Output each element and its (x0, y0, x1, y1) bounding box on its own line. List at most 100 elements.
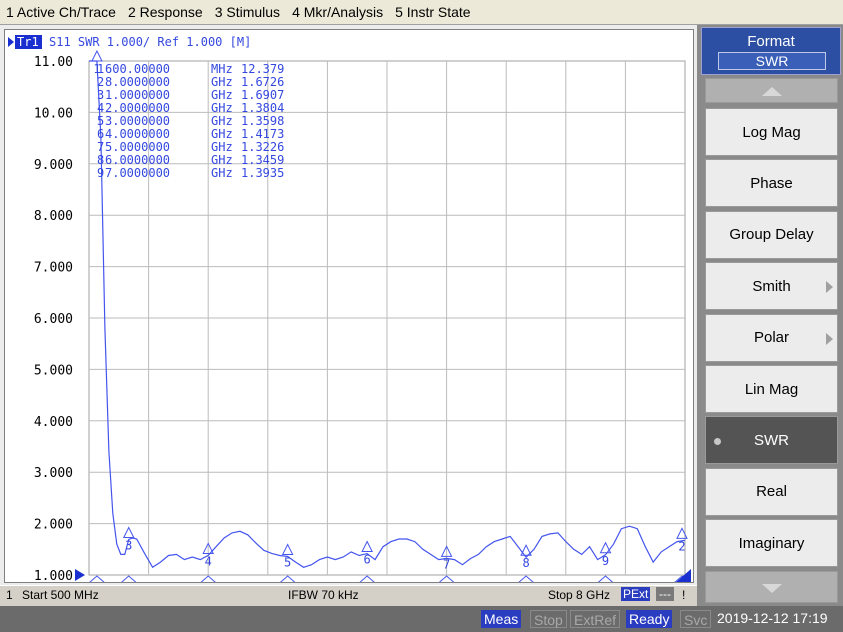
marker-table-unit: MHz (211, 62, 233, 76)
y-tick-label: 5.000 (34, 363, 73, 378)
softkey-label: Smith (752, 277, 791, 295)
marker-table-value: 1.3226 (241, 140, 284, 154)
softkey-smith[interactable]: Smith (705, 262, 838, 311)
marker-table-value: 1.3804 (241, 101, 284, 115)
marker-table-unit: GHz (211, 101, 233, 115)
softkey-log-mag[interactable]: Log Mag (705, 108, 838, 156)
marker-label: 4 (205, 554, 212, 568)
softkey-phase[interactable]: Phase (705, 159, 838, 208)
marker-table-value: 1.3459 (241, 153, 284, 167)
chevron-right-icon (826, 332, 833, 345)
marker-table-unit: GHz (211, 127, 233, 141)
ready-indicator: Ready (626, 610, 673, 628)
chart-area: 11.00 10.00 9.000 8.000 7.000 6.000 5.000 4.000… (0, 25, 697, 585)
softkey-real[interactable]: Real (705, 467, 838, 516)
format-title: Format (747, 33, 795, 50)
y-tick-label: 3.000 (34, 466, 73, 481)
start-frequency[interactable]: Start 500 MHz (22, 588, 99, 602)
marker-stimulus-icon (280, 575, 296, 582)
date-time: 2019-12-12 17:19 (717, 610, 828, 626)
port-extension-indicator[interactable]: PExt (621, 587, 651, 601)
marker-label: 7 (443, 557, 450, 571)
marker-stimulus-icon (359, 575, 375, 582)
y-tick-label: 10.00 (34, 106, 73, 121)
trace-header: Tr1 S11 SWR 1.000/ Ref 1.000 [M] (8, 35, 251, 49)
marker-table-freq: 600.00000 (105, 62, 170, 76)
marker-stimulus-icon (597, 575, 614, 582)
menu-instr-state[interactable]: 5 Instr State (389, 4, 476, 20)
marker-stimulus-icon (200, 575, 216, 582)
marker-table-value: 1.6726 (241, 75, 284, 89)
marker-label: 6 (364, 553, 371, 567)
ifbw-value[interactable]: IFBW 70 kHz (288, 588, 359, 602)
y-tick-labels: 11.00 10.00 9.000 8.000 7.000 6.000 5.000 4.000… (34, 55, 85, 582)
selected-dot-icon (714, 438, 721, 446)
softkey-label: Group Delay (729, 226, 814, 244)
marker-table-unit: GHz (211, 88, 233, 102)
y-tick-label: 1.000 (34, 569, 73, 582)
marker-stimulus-icon (518, 575, 534, 582)
status-warning: ! (682, 588, 686, 602)
softkey-imaginary[interactable]: Imaginary (705, 519, 838, 568)
menu-mkr-analysis[interactable]: 4 Mkr/Analysis (286, 4, 389, 20)
chart-frame: 11.00 10.00 9.000 8.000 7.000 6.000 5.000 4.000… (4, 29, 694, 583)
marker-label: 3 (125, 538, 132, 552)
marker-table-freq: 5.0000000 (105, 140, 170, 154)
marker-symbol (91, 49, 103, 62)
marker-table-id: 3 (97, 88, 104, 102)
channel-number: 1 (6, 588, 13, 602)
softkey-label: Log Mag (742, 123, 801, 141)
menu-active-ch-trace[interactable]: 1 Active Ch/Trace (0, 4, 122, 20)
marker-table-freq: 2.0000000 (105, 101, 170, 115)
scroll-down-button[interactable] (705, 571, 838, 603)
y-tick-label: 2.000 (34, 518, 73, 533)
marker-table-id: 4 (97, 101, 104, 115)
y-tick-label: 9.000 (34, 158, 73, 173)
marker-label: 8 (522, 556, 529, 570)
y-tick-label: 4.000 (34, 415, 73, 430)
marker-table-id: 5 (97, 114, 104, 128)
format-current-value: SWR (718, 52, 826, 70)
marker-table-freq: 1.0000000 (105, 88, 170, 102)
softkey-group-delay[interactable]: Group Delay (705, 210, 838, 259)
softkey-swr[interactable]: SWR (705, 416, 838, 465)
scroll-up-button[interactable] (705, 78, 838, 103)
marker-table-value: 12.379 (241, 62, 284, 76)
trace-header-text: S11 SWR 1.000/ Ref 1.000 [M] (49, 35, 251, 49)
trace-tag: Tr1 (17, 35, 39, 49)
stop-frequency[interactable]: Stop 8 GHz (548, 588, 610, 602)
marker-table-id: 9 (97, 166, 104, 180)
marker-table-unit: GHz (211, 140, 233, 154)
marker-label: 5 (284, 556, 291, 570)
format-header[interactable]: Format SWR (701, 27, 841, 75)
softkey-label: SWR (754, 431, 789, 449)
softkey-lin-mag[interactable]: Lin Mag (705, 365, 838, 413)
chevron-down-icon (762, 584, 782, 593)
menu-stimulus[interactable]: 3 Stimulus (209, 4, 286, 20)
marker-table-value: 1.6907 (241, 88, 284, 102)
marker-table-id: 2 (97, 75, 104, 89)
marker-table-id: 8 (97, 153, 104, 167)
marker-table-unit: GHz (211, 166, 233, 180)
marker-table-id: 7 (97, 140, 104, 154)
marker-label: 1 (93, 62, 100, 76)
chevron-right-icon (826, 281, 833, 294)
status-dash: --- (656, 587, 674, 601)
y-tick-label: 8.000 (34, 209, 73, 224)
menu-bar: 1 Active Ch/Trace 2 Response 3 Stimulus … (0, 0, 843, 25)
swr-chart[interactable]: 11.00 10.00 9.000 8.000 7.000 6.000 5.000 4.000… (5, 30, 693, 582)
softkey-panel: Format SWR Log Mag Phase Group Delay Smith P… (697, 25, 843, 606)
chart-grid (88, 60, 686, 576)
stop-indicator: Stop (530, 610, 567, 628)
menu-response[interactable]: 2 Response (122, 4, 209, 20)
extref-indicator: ExtRef (570, 610, 621, 628)
softkey-label: Real (756, 483, 787, 501)
active-trace-icon (8, 37, 14, 47)
softkey-polar[interactable]: Polar (705, 313, 838, 362)
marker-table-id: 6 (97, 127, 104, 141)
softkey-label: Phase (750, 174, 793, 192)
marker-table-freq: 6.0000000 (105, 153, 170, 167)
softkey-label: Polar (753, 329, 790, 347)
marker-table-unit: GHz (211, 153, 233, 167)
marker-label: 9 (602, 554, 609, 568)
